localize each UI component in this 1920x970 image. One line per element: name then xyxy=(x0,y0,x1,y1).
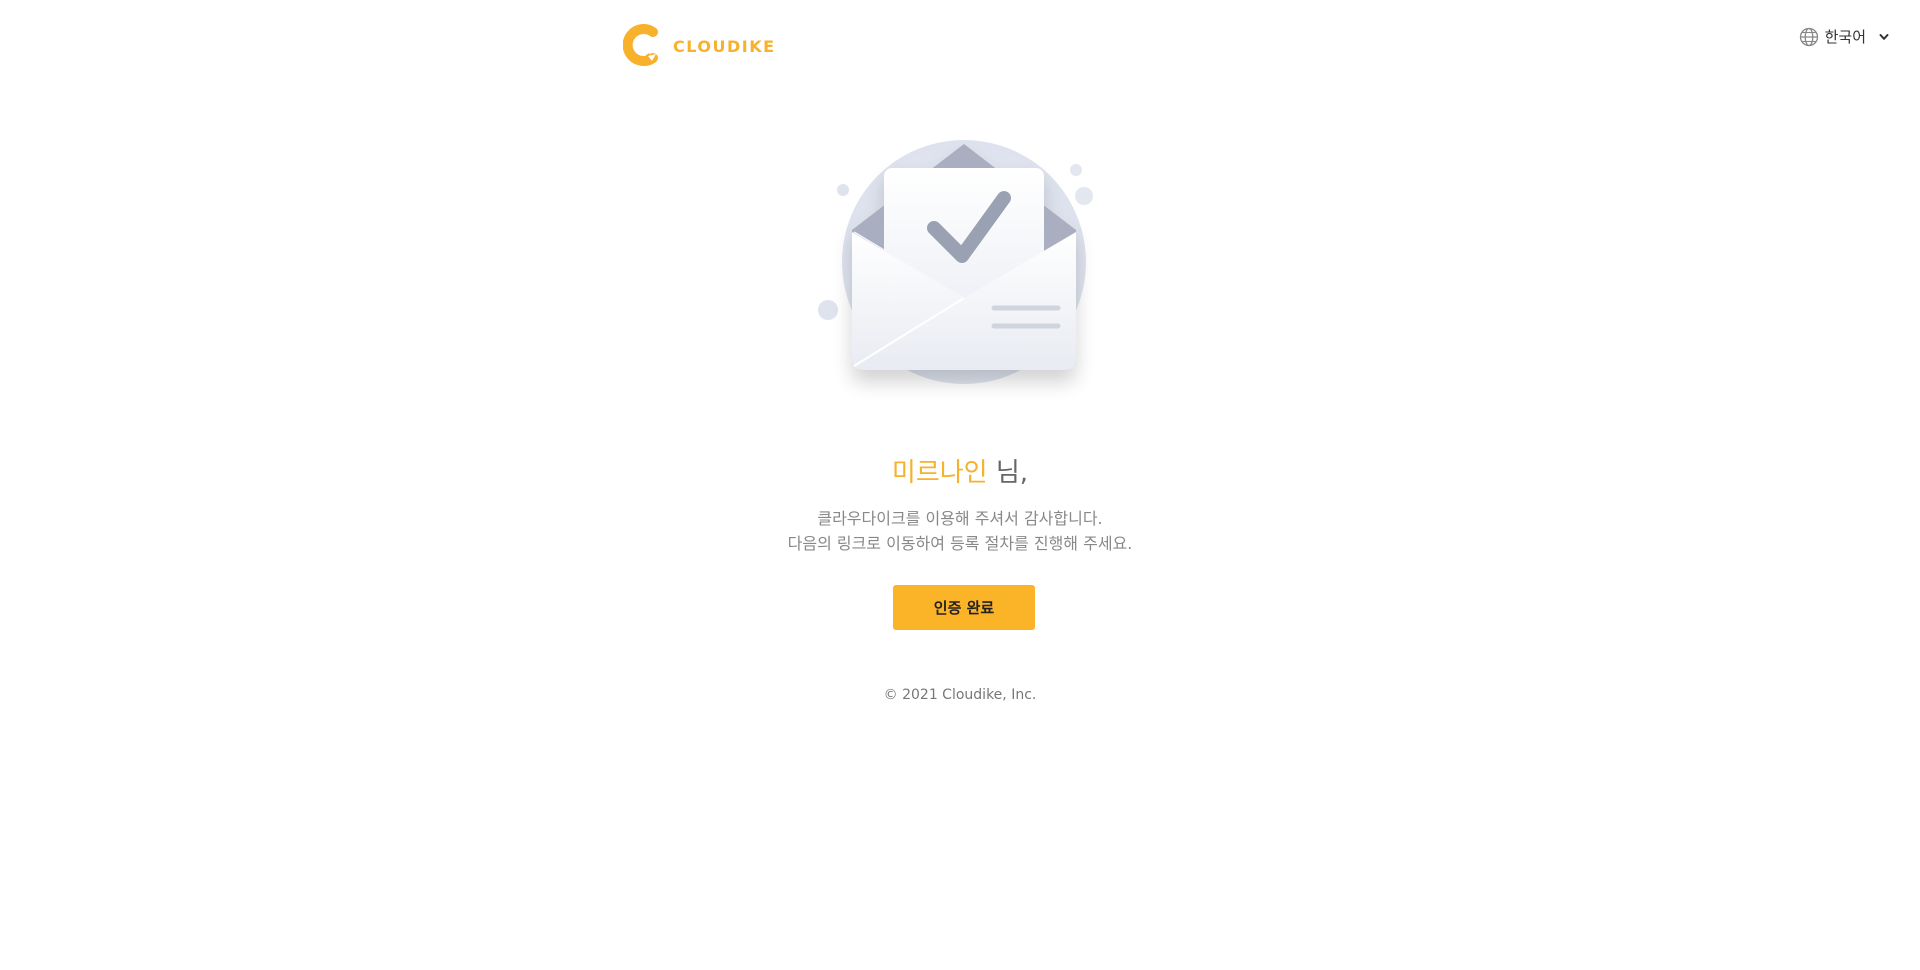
thank-you-message: 클라우다이크를 이용해 주셔서 감사합니다. 다음의 링크로 이동하여 등록 절… xyxy=(0,506,1920,556)
message-line-1: 클라우다이크를 이용해 주셔서 감사합니다. xyxy=(817,509,1103,528)
language-label: 한국어 xyxy=(1824,28,1866,46)
message-line-2: 다음의 링크로 이동하여 등록 절차를 진행해 주세요. xyxy=(787,534,1133,553)
chevron-down-icon xyxy=(1879,33,1889,40)
cloudike-logo[interactable]: CLOUDIKE xyxy=(623,23,776,67)
cloudike-logo-icon xyxy=(623,24,658,66)
globe-icon xyxy=(1799,27,1818,46)
language-selector[interactable]: 한국어 xyxy=(1799,26,1890,47)
greeting-heading: 미르나인 님, xyxy=(0,452,1920,489)
envelope-check-icon xyxy=(818,140,1093,384)
copyright-footer: © 2021 Cloudike, Inc. xyxy=(883,687,1037,703)
confirm-verification-button[interactable]: 인증 완료 xyxy=(893,585,1035,630)
greeting-suffix: 님, xyxy=(987,458,1029,488)
verification-page: CLOUDIKE 한국어 미르나인 님, 클라우다이크를 이용해 주셔서 감사합… xyxy=(0,0,1920,970)
username: 미르나인 xyxy=(891,458,988,488)
logo-text: CLOUDIKE xyxy=(673,37,776,56)
